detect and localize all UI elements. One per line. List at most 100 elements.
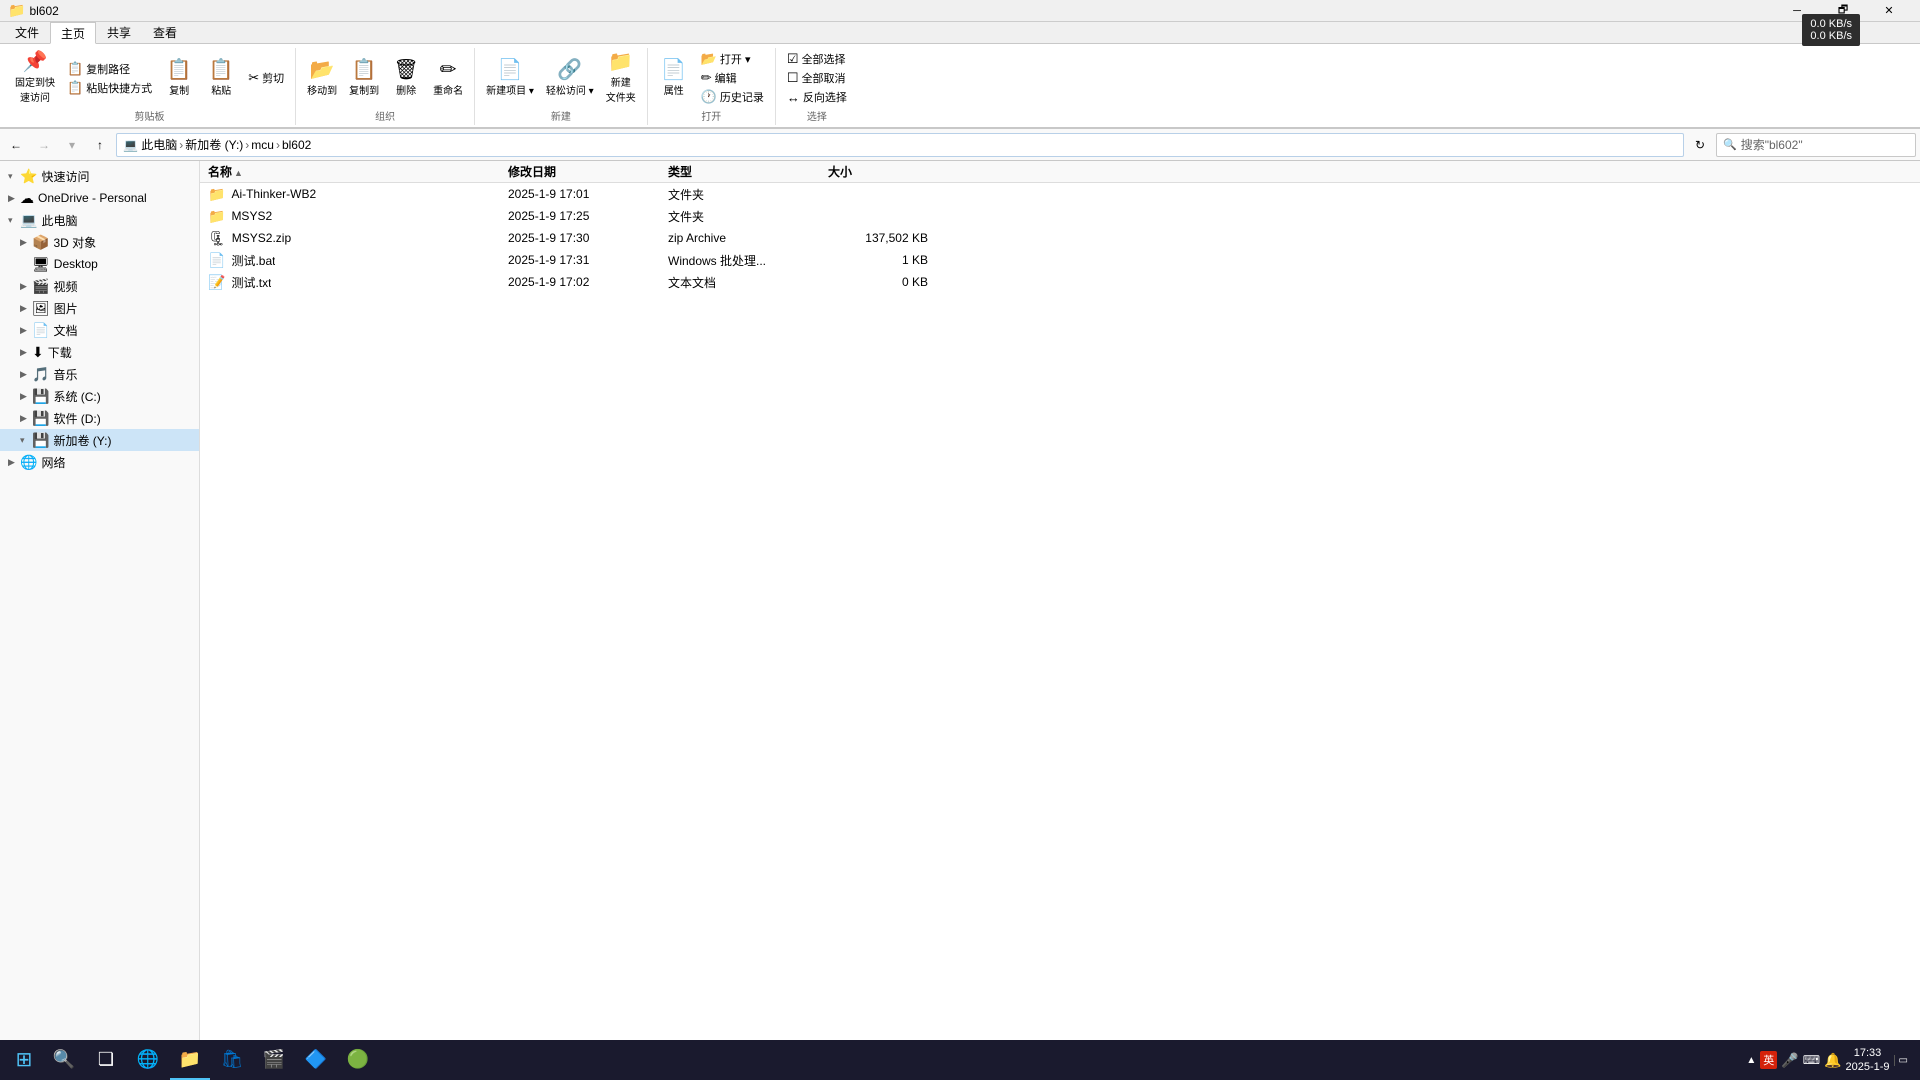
btn-move-to[interactable]: 📂 移动到 [302, 52, 342, 104]
btn-invert-select[interactable]: ↔ 反向选择 [782, 88, 852, 106]
table-row[interactable]: 📁 MSYS2 2025-1-9 17:25 文件夹 [200, 205, 1920, 227]
btn-rename[interactable]: ✏ 重命名 [428, 52, 468, 104]
btn-new-item[interactable]: 📄 新建项目 ▾ [481, 52, 539, 104]
open-items: 📄 属性 📂 打开 ▾ ✏ 编辑 🕐 历史记录 [654, 50, 769, 106]
col-header-date[interactable]: 修改日期 [508, 163, 668, 180]
ribbon-group-select: ☑ 全部选择 ☐ 全部取消 ↔ 反向选择 选择 [776, 48, 858, 125]
table-row[interactable]: 📁 Ai-Thinker-WB2 2025-1-9 17:01 文件夹 [200, 183, 1920, 205]
btn-history[interactable]: 🕐 历史记录 [696, 88, 769, 106]
table-row[interactable]: 📄 测试.bat 2025-1-9 17:31 Windows 批处理... 1… [200, 249, 1920, 271]
tray-keyboard[interactable]: ⌨ [1803, 1053, 1820, 1067]
clipboard-label: 剪贴板 [10, 108, 289, 123]
sidebar-label-this-pc: 此电脑 [41, 212, 77, 229]
expand-pictures-arrow: ▶ [20, 303, 32, 314]
system-tray: ▲ 英 🎤 ⌨ 🔔 17:33 2025-1-9 ▭ [1738, 1046, 1916, 1075]
taskbar-edge[interactable]: 🌐 [128, 1040, 168, 1080]
organize-label: 组织 [302, 108, 468, 123]
sidebar-item-quick-access[interactable]: ▾ ⭐ 快速访问 [0, 165, 199, 187]
sidebar-item-network[interactable]: ▶ 🌐 网络 [0, 451, 199, 473]
tab-home[interactable]: 主页 [50, 22, 96, 44]
search-icon: 🔍 [1723, 138, 1737, 151]
btn-copy-to[interactable]: 📋 复制到 [344, 52, 384, 104]
docs-icon: 📄 [32, 322, 49, 339]
taskbar-app2[interactable]: 🟢 [338, 1040, 378, 1080]
recent-locations-button[interactable]: ▾ [60, 133, 84, 157]
taskbar-search[interactable]: 🔍 [44, 1040, 84, 1080]
col-header-name[interactable]: 名称▲ [208, 163, 508, 180]
network-icon: 🌐 [20, 454, 37, 471]
btn-paste[interactable]: 📋 粘贴 [201, 52, 241, 104]
new-y-icon: 💾 [32, 432, 49, 449]
tray-show-desktop[interactable]: ▭ [1894, 1055, 1908, 1066]
tray-arrow[interactable]: ▲ [1746, 1055, 1756, 1066]
sidebar-item-desktop[interactable]: 🖥 Desktop [0, 253, 199, 275]
sidebar-item-this-pc[interactable]: ▾ 💻 此电脑 [0, 209, 199, 231]
btn-open[interactable]: 📂 打开 ▾ [696, 50, 769, 68]
address-bar[interactable]: 💻 此电脑 › 新加卷 (Y:) › mcu › bl602 [116, 133, 1684, 157]
col-header-size[interactable]: 大小 [828, 163, 928, 180]
sidebar-item-new-y[interactable]: ▾ 💾 新加卷 (Y:) [0, 429, 199, 451]
sidebar-label-new-y: 新加卷 (Y:) [53, 432, 111, 449]
btn-select-all[interactable]: ☑ 全部选择 [782, 50, 851, 68]
sidebar-item-soft-d[interactable]: ▶ 💾 软件 (D:) [0, 407, 199, 429]
btn-edit[interactable]: ✏ 编辑 [696, 69, 769, 87]
file-type: 文本文档 [668, 274, 828, 291]
btn-pin-quick-access[interactable]: 📌 固定到快速访问 [10, 52, 60, 104]
btn-easy-access[interactable]: 🔗 轻松访问 ▾ [541, 52, 599, 104]
taskbar-media[interactable]: 🎬 [254, 1040, 294, 1080]
btn-copy[interactable]: 📋 复制 [159, 52, 199, 104]
organize-items: 📂 移动到 📋 复制到 🗑 删除 ✏ 重命名 [302, 50, 468, 106]
tray-ime[interactable]: 英 [1760, 1051, 1777, 1069]
title-icon: 📁 [8, 2, 25, 19]
sidebar-item-docs[interactable]: ▶ 📄 文档 [0, 319, 199, 341]
btn-cut[interactable]: ✂ 剪切 [243, 69, 289, 87]
btn-delete[interactable]: 🗑 删除 [386, 52, 426, 104]
copy-to-icon: 📋 [352, 60, 377, 80]
refresh-button[interactable]: ↻ [1688, 133, 1712, 157]
addr-new-vol[interactable]: 新加卷 (Y:) [185, 136, 243, 153]
tab-file[interactable]: 文件 [4, 21, 50, 43]
taskbar-store[interactable]: 🛍 [212, 1040, 252, 1080]
ribbon-group-organize: 📂 移动到 📋 复制到 🗑 删除 ✏ 重命名 组织 [296, 48, 475, 125]
addr-bl602[interactable]: bl602 [282, 138, 311, 152]
sidebar-item-3d[interactable]: ▶ 📦 3D 对象 [0, 231, 199, 253]
sidebar-item-sys-c[interactable]: ▶ 💾 系统 (C:) [0, 385, 199, 407]
table-row[interactable]: 📝 测试.txt 2025-1-9 17:02 文本文档 0 KB [200, 271, 1920, 293]
addr-this-pc[interactable]: 💻 此电脑 [123, 136, 177, 153]
taskbar-task-view[interactable]: ❏ [86, 1040, 126, 1080]
videos-icon: 🎬 [32, 278, 49, 295]
tab-share[interactable]: 共享 [96, 21, 142, 43]
sidebar-item-music[interactable]: ▶ 🎵 音乐 [0, 363, 199, 385]
close-button[interactable]: ✕ [1866, 0, 1912, 22]
ribbon-tabs: 文件 主页 共享 查看 [0, 22, 1920, 44]
clock[interactable]: 17:33 2025-1-9 [1846, 1046, 1890, 1075]
back-button[interactable]: ← [4, 133, 28, 157]
btn-properties[interactable]: 📄 属性 [654, 52, 694, 104]
tab-view[interactable]: 查看 [142, 21, 188, 43]
file-type: 文件夹 [668, 186, 828, 203]
btn-copy-path[interactable]: 📋 复制路径 [62, 60, 157, 78]
taskbar-explorer[interactable]: 📁 [170, 1040, 210, 1080]
sidebar-item-videos[interactable]: ▶ 🎬 视频 [0, 275, 199, 297]
taskbar-app1[interactable]: 🔷 [296, 1040, 336, 1080]
tray-mic[interactable]: 🎤 [1781, 1052, 1798, 1069]
forward-button[interactable]: → [32, 133, 56, 157]
download-speed: 0.0 KB/s [1810, 30, 1852, 42]
search-box[interactable]: 🔍 搜索"bl602" [1716, 133, 1916, 157]
sidebar-item-downloads[interactable]: ▶ ⬇ 下载 [0, 341, 199, 363]
start-button[interactable]: ⊞ [4, 1040, 44, 1080]
table-row[interactable]: 🗜 MSYS2.zip 2025-1-9 17:30 zip Archive 1… [200, 227, 1920, 249]
btn-paste-shortcut[interactable]: 📋 粘贴快捷方式 [62, 79, 157, 97]
up-button[interactable]: ↑ [88, 133, 112, 157]
btn-deselect-all[interactable]: ☐ 全部取消 [782, 69, 851, 87]
btn-new-folder[interactable]: 📁 新建文件夹 [601, 52, 641, 104]
sidebar-item-pictures[interactable]: ▶ 🖼 图片 [0, 297, 199, 319]
downloads-icon: ⬇ [32, 344, 44, 361]
file-date: 2025-1-9 17:25 [508, 209, 668, 223]
new-item-icon: 📄 [498, 60, 523, 80]
select-label: 选择 [782, 108, 852, 123]
tray-notification[interactable]: 🔔 [1824, 1052, 1841, 1069]
sidebar-item-onedrive[interactable]: ▶ ☁ OneDrive - Personal [0, 187, 199, 209]
addr-mcu[interactable]: mcu [251, 138, 274, 152]
col-header-type[interactable]: 类型 [668, 163, 828, 180]
